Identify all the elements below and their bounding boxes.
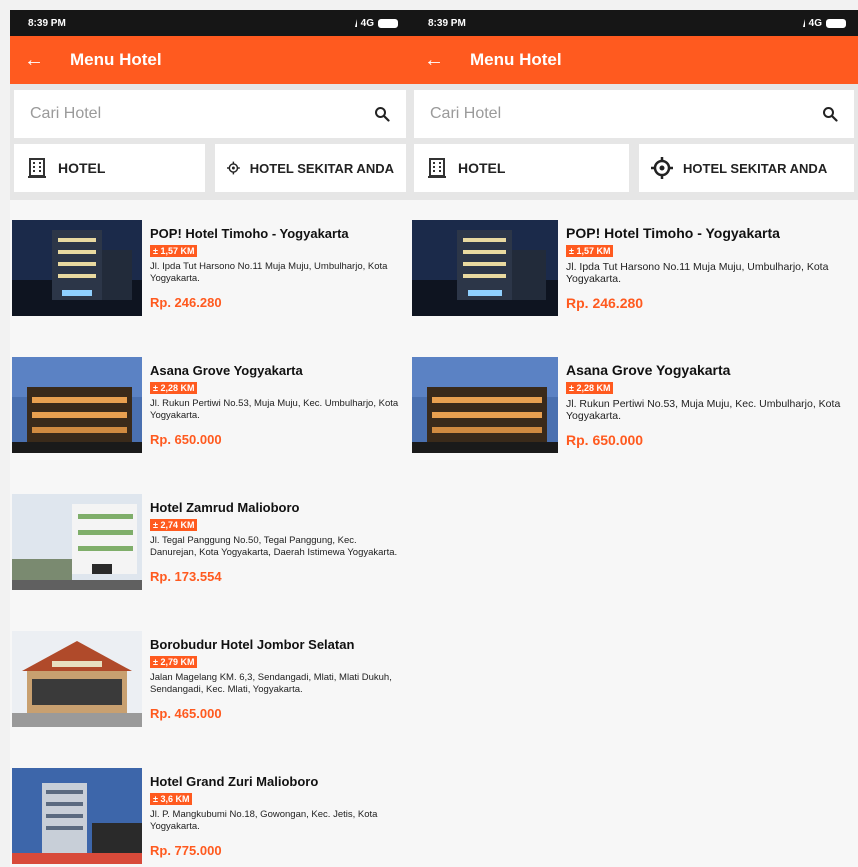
tab-hotel-label: HOTEL [58, 160, 106, 176]
hotel-price: Rp. 246.280 [566, 295, 644, 311]
network-label: 4G [808, 17, 822, 29]
tab-hotel-near[interactable]: HOTEL SEKITAR ANDA [215, 144, 406, 192]
hotel-address: Jl. P. Mangkubumi No.18, Gowongan, Kec. … [150, 809, 378, 832]
status-icons: 4G [795, 18, 846, 29]
list-item[interactable]: Hotel Zamrud Malioboro ± 2,74 KM Jl. Teg… [10, 494, 410, 631]
status-bar: 8:39 PM 4G [10, 10, 410, 36]
hotel-info: POP! Hotel Timoho - Yogyakarta ± 1,57 KM… [142, 220, 405, 357]
list-item[interactable]: POP! Hotel Timoho - Yogyakarta ± 1,57 KM… [410, 220, 858, 357]
tab-hotel-near-label: HOTEL SEKITAR ANDA [249, 160, 394, 176]
hotel-name: Borobudur Hotel Jombor Selatan [150, 637, 355, 652]
hotel-photo-borobudur-jombor [12, 631, 142, 727]
battery-icon [378, 18, 398, 28]
app-bar: ← Menu Hotel [410, 36, 858, 84]
signal-icon [795, 19, 805, 27]
hotel-list: POP! Hotel Timoho - Yogyakarta ± 1,57 KM… [410, 200, 858, 494]
hotel-photo-pop-timoho [412, 220, 558, 316]
building-icon [28, 158, 46, 178]
distance-badge: ± 2,74 KM [150, 519, 198, 531]
page-title: Menu Hotel [470, 50, 562, 69]
status-icons: 4G [347, 18, 398, 29]
hotel-info: Borobudur Hotel Jombor Selatan ± 2,79 KM… [142, 631, 405, 768]
page-title: Menu Hotel [70, 50, 162, 69]
search-input[interactable]: Cari Hotel [14, 90, 406, 138]
list-item[interactable]: Borobudur Hotel Jombor Selatan ± 2,79 KM… [10, 631, 410, 768]
hotel-address: Jl. Tegal Panggung No.50, Tegal Panggung… [150, 535, 398, 558]
list-item[interactable]: Asana Grove Yogyakarta ± 2,28 KM Jl. Ruk… [10, 357, 410, 494]
hotel-list: POP! Hotel Timoho - Yogyakarta ± 1,57 KM… [10, 200, 410, 867]
tab-hotel-label: HOTEL [458, 160, 506, 176]
status-bar: 8:39 PM 4G [410, 10, 858, 36]
search-placeholder: Cari Hotel [30, 105, 102, 122]
battery-icon [826, 18, 846, 28]
search-input[interactable]: Cari Hotel [414, 90, 854, 138]
signal-icon [347, 19, 357, 27]
hotel-name: POP! Hotel Timoho - Yogyakarta [150, 226, 349, 241]
app-bar: ← Menu Hotel [10, 36, 410, 84]
hotel-price: Rp. 173.554 [150, 569, 222, 584]
hotel-address: Jl. Ipda Tut Harsono No.11 Muja Muju, Um… [566, 261, 829, 285]
hotel-address: Jalan Magelang KM. 6,3, Sendangadi, Mlat… [150, 672, 392, 695]
distance-badge: ± 2,79 KM [150, 656, 198, 668]
phone-screen-right: 8:39 PM 4G ← Menu Hotel Cari Hotel HOTEL… [410, 10, 858, 867]
list-item[interactable]: Asana Grove Yogyakarta ± 2,28 KM Jl. Ruk… [410, 357, 858, 494]
hotel-address: Jl. Rukun Pertiwi No.53, Muja Muju, Kec.… [566, 398, 841, 422]
hotel-name: Asana Grove Yogyakarta [150, 363, 303, 378]
hotel-address: Jl. Ipda Tut Harsono No.11 Muja Muju, Um… [150, 261, 388, 284]
distance-badge: ± 1,57 KM [150, 245, 198, 257]
tab-hotel[interactable]: HOTEL [14, 144, 205, 192]
hotel-info: POP! Hotel Timoho - Yogyakarta ± 1,57 KM… [558, 220, 858, 357]
distance-badge: ± 2,28 KM [566, 382, 614, 394]
hotel-info: Asana Grove Yogyakarta ± 2,28 KM Jl. Ruk… [558, 357, 858, 494]
building-icon [428, 158, 446, 178]
search-icon[interactable] [822, 106, 838, 122]
distance-badge: ± 1,57 KM [566, 245, 614, 257]
search-section: Cari Hotel [410, 84, 858, 144]
hotel-price: Rp. 246.280 [150, 295, 222, 310]
distance-badge: ± 2,28 KM [150, 382, 198, 394]
hotel-photo-asana-grove [12, 357, 142, 453]
hotel-price: Rp. 650.000 [150, 432, 222, 447]
tab-hotel[interactable]: HOTEL [414, 144, 629, 192]
hotel-name: Hotel Grand Zuri Malioboro [150, 774, 319, 789]
search-icon[interactable] [374, 106, 390, 122]
hotel-name: Asana Grove Yogyakarta [566, 362, 731, 378]
back-arrow-icon[interactable]: ← [24, 49, 54, 72]
crosshair-icon [227, 161, 240, 175]
tab-hotel-near-label: HOTEL SEKITAR ANDA [683, 160, 828, 176]
search-section: Cari Hotel [10, 84, 410, 144]
list-item[interactable]: POP! Hotel Timoho - Yogyakarta ± 1,57 KM… [10, 220, 410, 357]
list-item[interactable]: Hotel Grand Zuri Malioboro ± 3,6 KM Jl. … [10, 768, 410, 867]
back-arrow-icon[interactable]: ← [424, 49, 454, 72]
phone-screen-left: 8:39 PM 4G ← Menu Hotel Cari Hotel HOTEL… [10, 10, 410, 867]
hotel-photo-zamrud [12, 494, 142, 590]
tab-hotel-near[interactable]: HOTEL SEKITAR ANDA [639, 144, 854, 192]
hotel-info: Hotel Grand Zuri Malioboro ± 3,6 KM Jl. … [142, 768, 405, 867]
category-tabs: HOTEL HOTEL SEKITAR ANDA [10, 144, 410, 200]
hotel-photo-grand-zuri [12, 768, 142, 864]
hotel-photo-pop-timoho [12, 220, 142, 316]
hotel-name: POP! Hotel Timoho - Yogyakarta [566, 225, 780, 241]
network-label: 4G [360, 17, 374, 29]
status-time: 8:39 PM [28, 17, 66, 29]
hotel-price: Rp. 650.000 [566, 432, 644, 448]
hotel-info: Asana Grove Yogyakarta ± 2,28 KM Jl. Ruk… [142, 357, 405, 494]
hotel-price: Rp. 775.000 [150, 843, 222, 858]
hotel-info: Hotel Zamrud Malioboro ± 2,74 KM Jl. Teg… [142, 494, 405, 631]
category-tabs: HOTEL HOTEL SEKITAR ANDA [410, 144, 858, 200]
hotel-photo-asana-grove [412, 357, 558, 453]
crosshair-icon [651, 157, 673, 179]
hotel-address: Jl. Rukun Pertiwi No.53, Muja Muju, Kec.… [150, 398, 399, 421]
hotel-price: Rp. 465.000 [150, 706, 222, 721]
search-placeholder: Cari Hotel [430, 105, 502, 122]
status-time: 8:39 PM [428, 17, 466, 29]
hotel-name: Hotel Zamrud Malioboro [150, 500, 300, 515]
distance-badge: ± 3,6 KM [150, 793, 193, 805]
